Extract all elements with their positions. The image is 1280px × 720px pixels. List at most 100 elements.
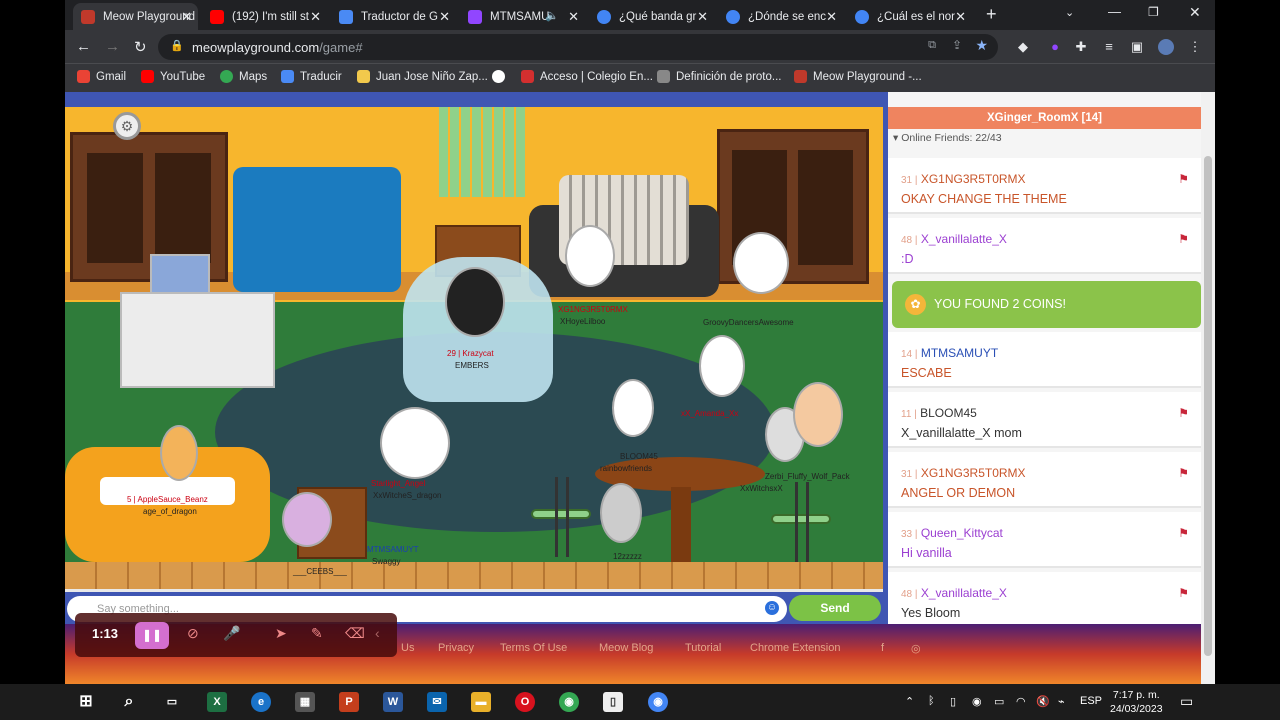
forward-icon[interactable]: →: [105, 38, 120, 55]
chat-username[interactable]: X_vanillalatte_X: [921, 586, 1007, 600]
chat-username[interactable]: MTMSAMUYT: [921, 346, 998, 360]
bookmark-youtube[interactable]: YouTube: [141, 70, 205, 83]
tab-search-icon[interactable]: ⌄: [1065, 6, 1074, 19]
report-flag-icon[interactable]: ⚑: [1178, 172, 1189, 186]
player-avatar[interactable]: [733, 232, 789, 294]
close-tab-icon[interactable]: ✕: [955, 9, 966, 25]
tab-google-1[interactable]: ¿Qué banda gr ✕: [589, 3, 714, 30]
footer-link[interactable]: Meow Blog: [599, 642, 653, 654]
microphone-icon[interactable]: 🎤: [223, 625, 240, 642]
word-icon[interactable]: W: [383, 692, 403, 712]
chat-username[interactable]: X_vanillalatte_X: [921, 232, 1007, 246]
player-avatar[interactable]: [445, 267, 505, 337]
close-tab-icon[interactable]: ✕: [568, 9, 579, 25]
player-avatar[interactable]: [380, 407, 450, 479]
wifi-icon[interactable]: ◠: [1016, 695, 1026, 708]
player-avatar[interactable]: [699, 335, 745, 397]
battery-icon[interactable]: ▯: [950, 695, 956, 708]
translate-page-icon[interactable]: ⧉: [928, 39, 936, 52]
tab-google-2[interactable]: ¿Dónde se enc ✕: [718, 3, 843, 30]
send-button[interactable]: Send: [789, 595, 881, 621]
facebook-icon[interactable]: f: [881, 642, 884, 654]
store-icon[interactable]: ▦: [295, 692, 315, 712]
blue-sofa[interactable]: [233, 167, 401, 292]
powerpoint-icon[interactable]: P: [339, 692, 359, 712]
player-avatar[interactable]: [793, 382, 843, 447]
profile-avatar[interactable]: [1158, 39, 1174, 55]
new-tab-icon[interactable]: +: [986, 4, 997, 25]
tab-google-3[interactable]: ¿Cuál es el nor ✕: [847, 3, 972, 30]
back-icon[interactable]: ←: [76, 38, 91, 55]
bookmark-meow[interactable]: Meow Playground -...: [794, 70, 922, 83]
player-avatar[interactable]: [600, 483, 642, 543]
bookmark-translate[interactable]: Traducir: [281, 70, 342, 83]
bluetooth-icon[interactable]: ᛒ: [928, 695, 935, 707]
power-icon[interactable]: ⌁: [1058, 695, 1065, 708]
stool-right[interactable]: [771, 482, 831, 562]
opera-icon[interactable]: O: [515, 692, 535, 712]
bookmark-colegio[interactable]: Acceso | Colegio En...: [521, 70, 653, 83]
online-friends-toggle[interactable]: ▾ Online Friends: 22/43: [893, 132, 1002, 144]
player-avatar[interactable]: [612, 379, 654, 437]
scrollbar-thumb[interactable]: [1204, 156, 1212, 656]
page-scrollbar[interactable]: [1201, 92, 1215, 684]
bookmark-definicion[interactable]: Definición de proto...: [657, 70, 781, 83]
file-explorer-icon[interactable]: ▬: [471, 692, 491, 712]
footer-link[interactable]: Tutorial: [685, 642, 721, 654]
tray-overflow-icon[interactable]: ⌃: [905, 695, 914, 708]
chrome-icon[interactable]: ◉: [648, 692, 668, 712]
player-avatar[interactable]: [160, 425, 198, 481]
address-bar[interactable]: 🔒 meowplayground.com/game# ⧉ ⇪ ★: [158, 34, 998, 60]
extension-icon[interactable]: ◆: [1015, 39, 1031, 55]
menu-icon[interactable]: ⋮: [1187, 39, 1203, 55]
tab-translate[interactable]: Traductor de G ✕: [331, 3, 456, 30]
language-indicator[interactable]: ESP: [1080, 695, 1102, 707]
stool-left[interactable]: [531, 477, 591, 557]
pen-icon[interactable]: ✎: [311, 625, 323, 642]
clock[interactable]: 7:17 p. m. 24/03/2023: [1110, 688, 1163, 716]
report-flag-icon[interactable]: ⚑: [1178, 526, 1189, 540]
collapse-icon[interactable]: ‹: [375, 625, 380, 641]
bookmark-globe[interactable]: [492, 70, 511, 83]
bookmark-gmail[interactable]: Gmail: [77, 70, 126, 83]
pause-button[interactable]: ❚❚: [135, 622, 169, 649]
footer-link[interactable]: Terms Of Use: [500, 642, 567, 654]
puzzle-icon[interactable]: ✚: [1073, 39, 1089, 55]
settings-gear-icon[interactable]: ⚙: [113, 112, 141, 140]
instagram-icon[interactable]: ◎: [911, 642, 921, 655]
share-icon[interactable]: ⇪: [952, 38, 962, 52]
camera-icon[interactable]: ▭: [994, 695, 1004, 708]
pointer-icon[interactable]: ➤: [275, 625, 287, 642]
report-flag-icon[interactable]: ⚑: [1178, 406, 1189, 420]
chat-username[interactable]: XG1NG3R5T0RMX: [921, 466, 1026, 480]
bookmark-maps[interactable]: Maps: [220, 70, 267, 83]
chat-username[interactable]: BLOOM45: [920, 406, 977, 420]
close-tab-icon[interactable]: ✕: [181, 9, 192, 25]
camera-off-icon[interactable]: ⊘: [187, 625, 199, 642]
media-control-icon[interactable]: ≡: [1101, 39, 1117, 55]
bookmark-juan[interactable]: Juan Jose Niño Zap...: [357, 70, 488, 83]
extension-icon[interactable]: ●: [1047, 39, 1063, 55]
volume-mute-icon[interactable]: 🔇: [1036, 695, 1050, 708]
report-flag-icon[interactable]: ⚑: [1178, 586, 1189, 600]
recording-icon[interactable]: ◉: [972, 695, 982, 708]
tab-meow-playground[interactable]: Meow Playground ✕: [73, 3, 198, 30]
close-tab-icon[interactable]: ✕: [439, 9, 450, 25]
player-avatar[interactable]: [565, 225, 615, 287]
computer-desk[interactable]: [120, 254, 275, 388]
report-flag-icon[interactable]: ⚑: [1178, 232, 1189, 246]
chat-username[interactable]: XG1NG3R5T0RMX: [921, 172, 1026, 186]
footer-link[interactable]: Us: [401, 642, 414, 654]
close-window-icon[interactable]: ✕: [1189, 4, 1201, 21]
excel-icon[interactable]: X: [207, 692, 227, 712]
close-tab-icon[interactable]: ✕: [826, 9, 837, 25]
close-tab-icon[interactable]: ✕: [310, 9, 321, 25]
chat-username[interactable]: Queen_Kittycat: [921, 526, 1003, 540]
notifications-icon[interactable]: ▭: [1180, 693, 1193, 710]
tab-twitch[interactable]: MTMSAMU 🔈 ✕: [460, 3, 585, 30]
mail-icon[interactable]: ✉: [427, 692, 447, 712]
tab-youtube[interactable]: (192) I'm still st ✕: [202, 3, 327, 30]
report-flag-icon[interactable]: ⚑: [1178, 466, 1189, 480]
minimize-icon[interactable]: —: [1108, 4, 1121, 19]
notepad-icon[interactable]: ▯: [603, 692, 623, 712]
